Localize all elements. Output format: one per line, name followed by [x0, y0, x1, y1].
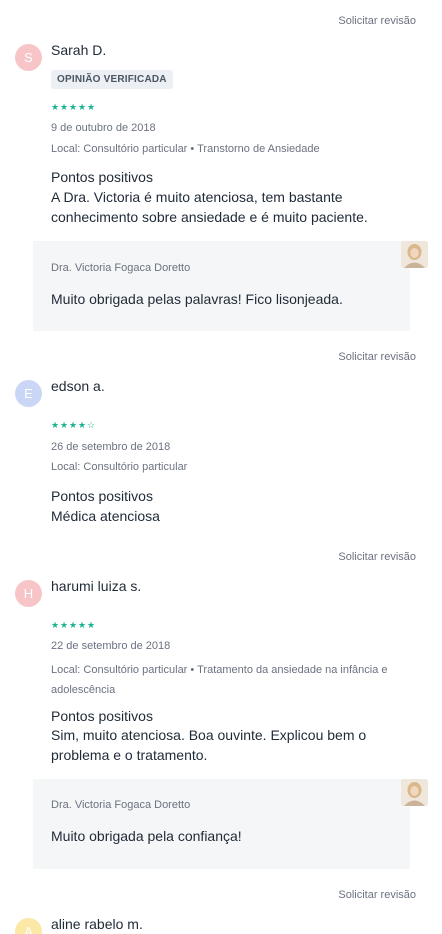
positives-label: Pontos positivos — [51, 488, 153, 504]
review-date: 22 de setembro de 2018 — [51, 640, 171, 652]
star-full-icon: ★ — [60, 102, 69, 112]
review-text: Médica atenciosa — [51, 508, 160, 524]
reply-text: Muito obrigada pela confiança! — [51, 828, 242, 844]
positives-label: Pontos positivos — [51, 708, 153, 724]
review-date: 26 de setembro de 2018 — [51, 441, 171, 453]
request-revision-link[interactable]: Solicitar revisão — [338, 351, 416, 363]
review-author: aline rabelo m. — [51, 916, 143, 932]
review-author: harumi luiza s. — [51, 578, 142, 594]
review-author: edson a. — [51, 378, 105, 394]
avatar: S — [15, 44, 42, 71]
doctor-photo-icon — [401, 779, 428, 806]
review-text: Sim, muito atenciosa. Boa ouvinte. Expli… — [51, 727, 367, 763]
request-revision-link[interactable]: Solicitar revisão — [338, 889, 416, 901]
star-full-icon: ★ — [78, 620, 87, 630]
reply-doctor-name: Dra. Victoria Fogaca Doretto — [51, 799, 191, 811]
star-full-icon: ★ — [87, 620, 96, 630]
star-rating: ★ ★ ★ ★ ★ — [51, 620, 96, 630]
reply-text: Muito obrigada pelas palavras! Fico liso… — [51, 291, 343, 307]
review-date: 9 de outubro de 2018 — [51, 122, 156, 134]
doctor-photo-icon — [401, 241, 428, 268]
avatar: H — [15, 580, 42, 607]
review-location: Local: Consultório particular — [51, 461, 188, 473]
star-full-icon: ★ — [87, 102, 96, 112]
request-revision-link[interactable]: Solicitar revisão — [338, 15, 416, 27]
review-text: A Dra. Victoria é muito atenciosa, tem b… — [51, 189, 368, 225]
positives-label: Pontos positivos — [51, 169, 153, 185]
star-full-icon: ★ — [78, 420, 87, 430]
reply-doctor-name: Dra. Victoria Fogaca Doretto — [51, 262, 191, 274]
star-full-icon: ★ — [78, 102, 87, 112]
star-full-icon: ★ — [69, 420, 78, 430]
star-full-icon: ★ — [60, 620, 69, 630]
star-full-icon: ★ — [51, 102, 60, 112]
star-full-icon: ★ — [60, 420, 69, 430]
review-location: Local: Consultório particular • Tratamen… — [51, 664, 388, 696]
star-full-icon: ★ — [69, 620, 78, 630]
verified-badge: OPINIÃO VERIFICADA — [51, 70, 173, 89]
star-full-icon: ★ — [51, 620, 60, 630]
avatar: E — [15, 380, 42, 407]
doctor-reply: Dra. Victoria Fogaca Doretto Muito obrig… — [33, 779, 428, 869]
review-author: Sarah D. — [51, 42, 107, 58]
avatar: A — [15, 918, 42, 934]
star-empty-icon: ☆ — [87, 420, 96, 430]
star-full-icon: ★ — [69, 102, 78, 112]
star-rating: ★ ★ ★ ★ ★ — [51, 102, 96, 112]
star-full-icon: ★ — [51, 420, 60, 430]
request-revision-link[interactable]: Solicitar revisão — [338, 551, 416, 563]
doctor-reply: Dra. Victoria Fogaca Doretto Muito obrig… — [33, 241, 428, 331]
star-rating: ★ ★ ★ ★ ☆ — [51, 420, 96, 430]
review-location: Local: Consultório particular • Transtor… — [51, 143, 320, 155]
